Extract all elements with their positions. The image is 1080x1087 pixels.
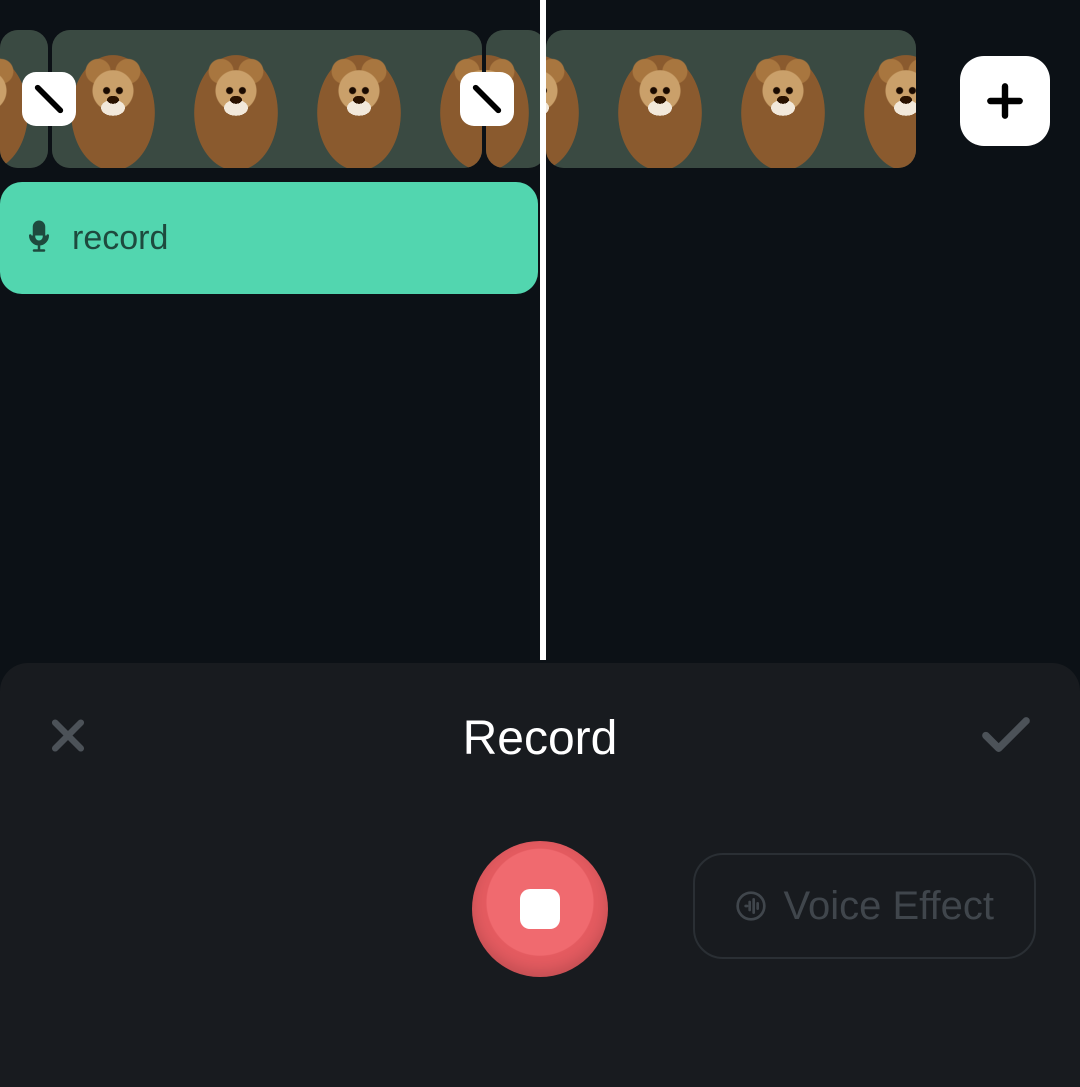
video-clip[interactable]: [52, 30, 482, 168]
clip-mute-badge[interactable]: [460, 72, 514, 126]
record-stop-button[interactable]: [472, 841, 608, 977]
video-clip-track[interactable]: [0, 30, 916, 168]
voice-effect-label: Voice Effect: [783, 884, 994, 929]
check-icon: [978, 714, 1034, 758]
audio-track-label: record: [72, 219, 168, 258]
audio-record-track[interactable]: record: [0, 182, 538, 294]
timeline-area: record: [0, 0, 1080, 660]
panel-body: Voice Effect: [0, 813, 1080, 1073]
panel-header: Record: [0, 663, 1080, 813]
video-frame-thumbnail: [844, 30, 916, 168]
video-frame-thumbnail: [598, 30, 722, 168]
close-button[interactable]: [46, 714, 90, 763]
record-panel: Record Voice Effect: [0, 663, 1080, 1087]
plus-icon: [983, 79, 1027, 123]
stop-icon: [520, 889, 560, 929]
close-icon: [46, 714, 90, 758]
video-clip[interactable]: [546, 30, 916, 168]
confirm-button[interactable]: [978, 714, 1034, 763]
mute-slash-icon: [470, 82, 504, 116]
voice-waves-icon: [735, 890, 767, 922]
timeline-playhead[interactable]: [540, 0, 546, 660]
clip-mute-badge[interactable]: [22, 72, 76, 126]
voice-effect-button[interactable]: Voice Effect: [693, 853, 1036, 959]
microphone-icon: [24, 220, 54, 256]
add-clip-button[interactable]: [960, 56, 1050, 146]
panel-title: Record: [463, 711, 618, 766]
video-frame-thumbnail: [721, 30, 845, 168]
video-frame-thumbnail: [297, 30, 421, 168]
video-frame-thumbnail: [546, 30, 599, 168]
video-frame-thumbnail: [174, 30, 298, 168]
mute-slash-icon: [32, 82, 66, 116]
